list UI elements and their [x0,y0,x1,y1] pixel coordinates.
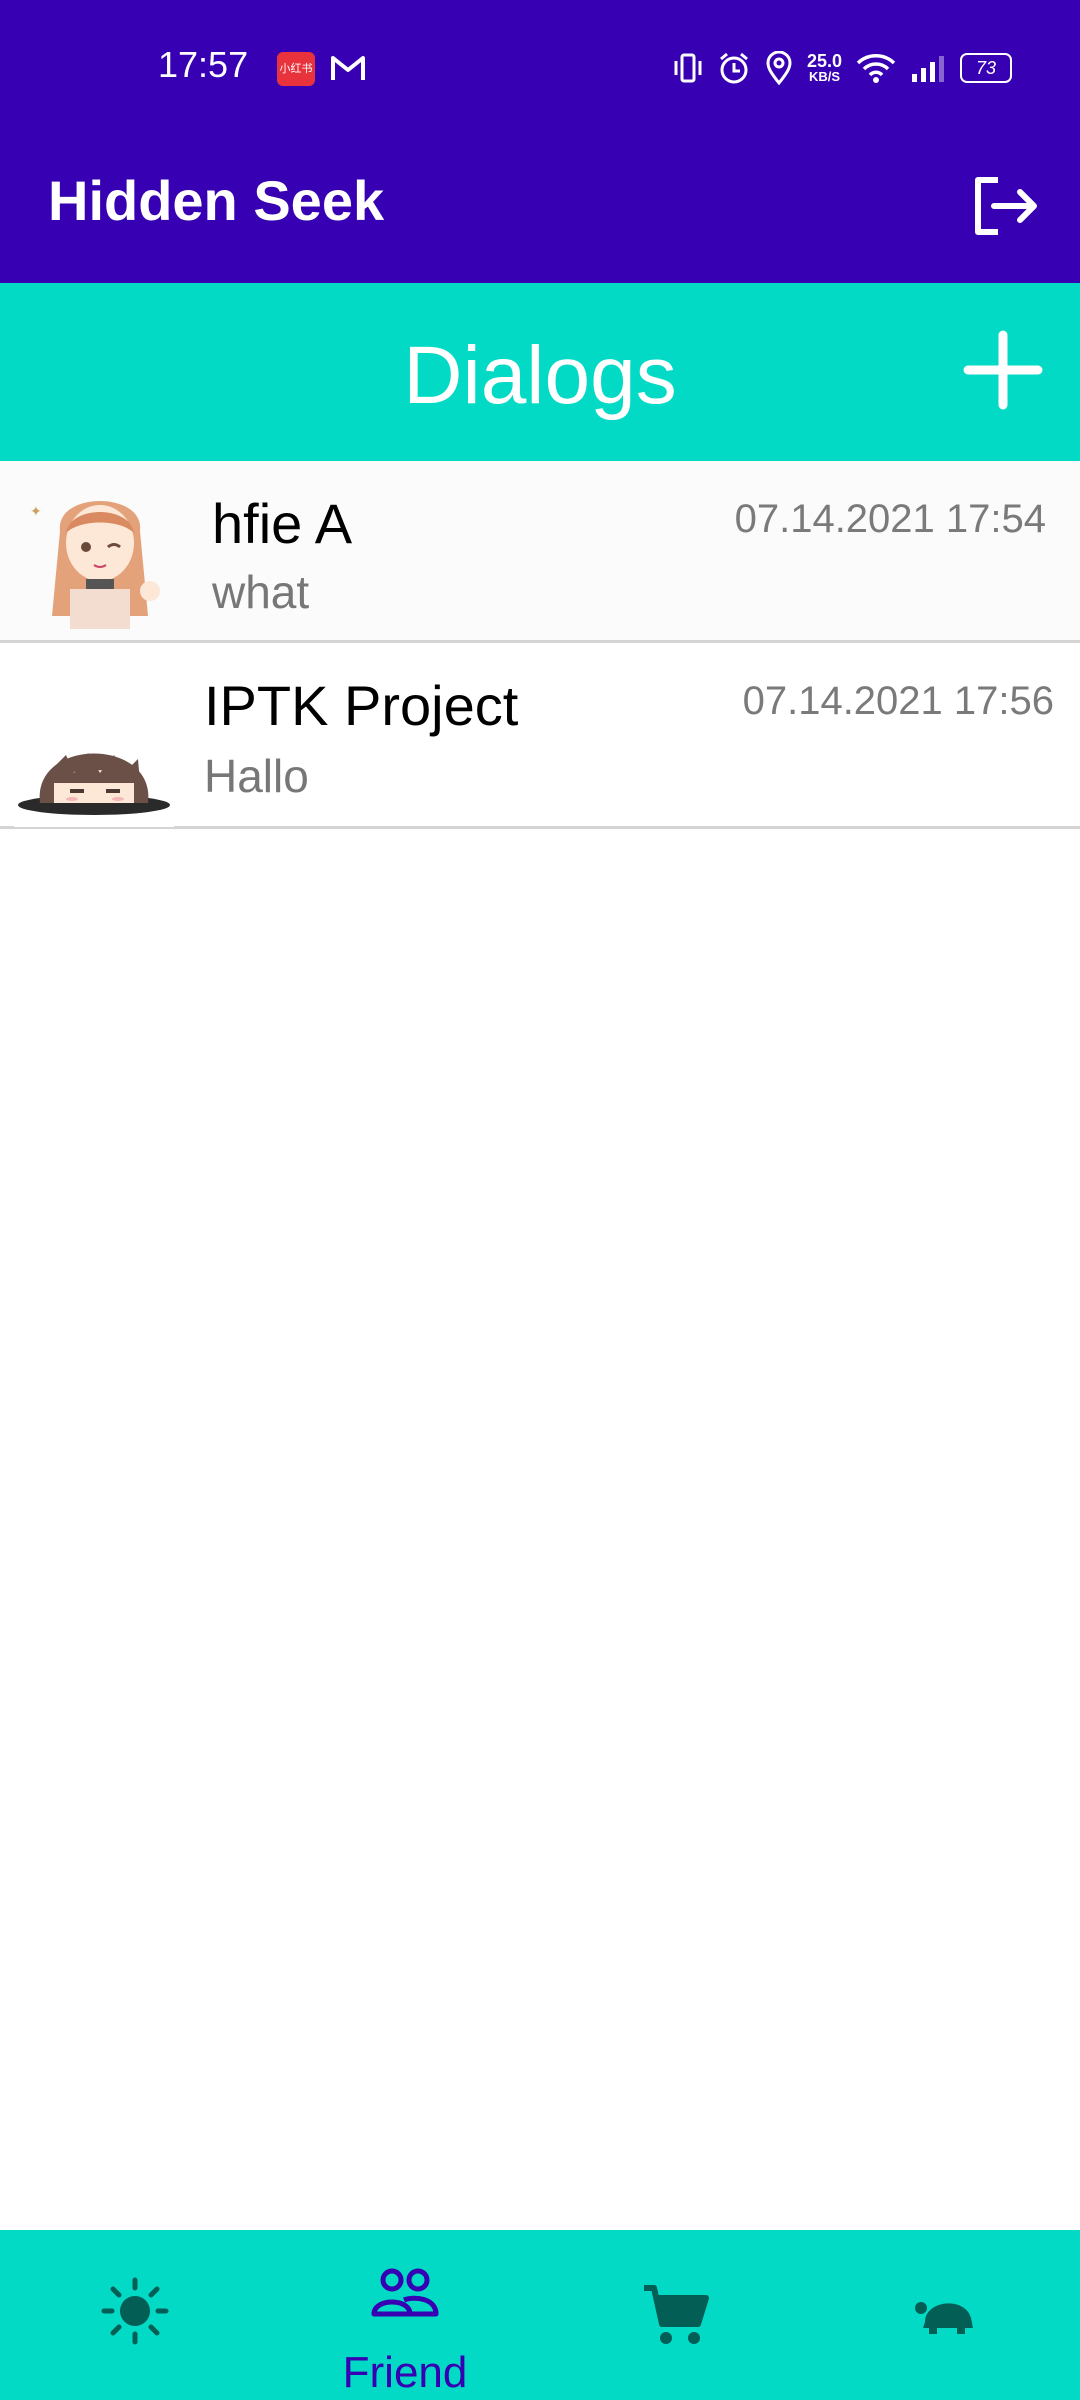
battery-icon: 73 [960,53,1012,83]
logout-icon[interactable] [964,166,1044,246]
dialogs-header: Dialogs [0,283,1080,461]
app-title: Hidden Seek [48,169,385,232]
status-time: 17:57 [158,44,249,85]
vibrate-icon [674,53,702,83]
status-bar: 17:57 小红书 25.0 KB/S 73 [0,0,1080,136]
network-speed: 25.0 KB/S [806,51,842,84]
anime-boy-avatar [14,667,174,827]
dialog-last-message: what [212,566,310,618]
dialog-item[interactable]: ✦ hfie A what 07.14.2021 17:54 [0,461,1080,643]
gmail-icon [331,56,365,80]
page-title: Dialogs [403,330,677,421]
bottom-navigation: Friend [0,2230,1080,2400]
plus-icon[interactable] [962,329,1044,411]
people-icon [371,2268,439,2317]
alarm-icon [719,52,748,84]
screen: 17:57 小红书 25.0 KB/S 73 Hidden Seek Dialo… [0,0,1080,2400]
wifi-icon [856,54,896,83]
nav-item-weather[interactable] [0,2230,270,2400]
dialog-timestamp: 07.14.2021 17:54 [734,497,1046,541]
anime-girl-avatar: ✦ [20,471,180,631]
app-notification-icon: 小红书 [277,52,315,86]
svg-text:✦: ✦ [30,503,42,519]
signal-icon [912,56,944,82]
nav-item-shop[interactable] [540,2230,810,2400]
cart-icon [644,2285,709,2344]
location-icon [766,51,792,85]
status-icons: 25.0 KB/S 73 [673,46,1012,90]
app-bar: Hidden Seek [0,136,1080,283]
dialog-last-message: Hallo [204,750,309,802]
dialog-name: IPTK Project [204,674,519,737]
nav-item-pet[interactable] [810,2230,1080,2400]
turtle-icon [915,2302,973,2334]
dialog-item[interactable]: IPTK Project Hallo 07.14.2021 17:56 [0,647,1080,829]
sun-icon [101,2277,169,2345]
dialog-timestamp: 07.14.2021 17:56 [742,679,1054,723]
nav-label-friend: Friend [342,2348,468,2397]
nav-item-friend[interactable]: Friend [270,2230,540,2400]
dialog-name: hfie A [212,492,353,555]
